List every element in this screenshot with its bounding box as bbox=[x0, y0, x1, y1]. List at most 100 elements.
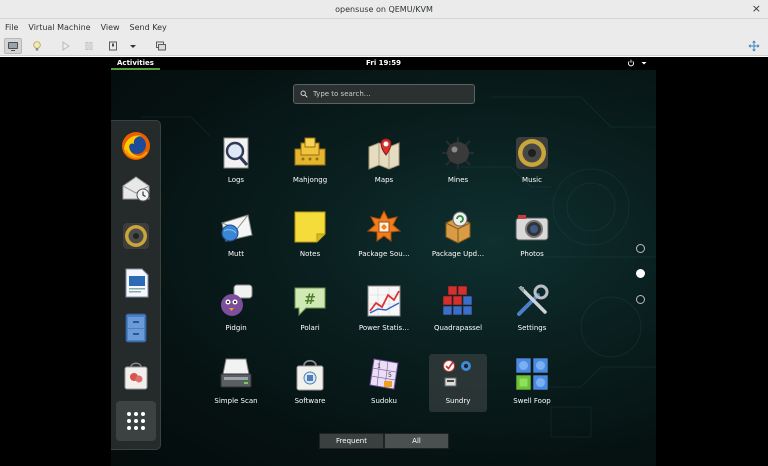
menu-file[interactable]: File bbox=[5, 23, 18, 32]
app-label: Photos bbox=[520, 250, 544, 258]
system-menu[interactable] bbox=[627, 59, 648, 67]
app-label: Sudoku bbox=[371, 397, 397, 405]
photos-camera-icon bbox=[515, 215, 549, 241]
power-statistics-icon bbox=[367, 285, 401, 317]
search-box[interactable] bbox=[293, 84, 475, 104]
run-button[interactable] bbox=[56, 38, 74, 54]
app-label: Quadrapassel bbox=[433, 324, 483, 332]
sudoku-icon: 15 bbox=[369, 358, 399, 390]
scanner-icon bbox=[220, 358, 252, 388]
app-sundry[interactable]: Sundry bbox=[429, 354, 487, 412]
app-label: Simple Scan bbox=[214, 397, 258, 405]
snapshots-icon bbox=[156, 41, 166, 51]
shutdown-icon bbox=[109, 41, 117, 51]
app-label: Maps bbox=[374, 176, 394, 184]
mines-icon bbox=[442, 137, 474, 169]
app-label: Music bbox=[522, 176, 542, 184]
dash-item-software[interactable] bbox=[119, 358, 153, 392]
search-input[interactable] bbox=[313, 90, 463, 98]
dash bbox=[111, 120, 161, 450]
app-label: Mutt bbox=[228, 250, 244, 258]
app-label: Power Statis… bbox=[358, 324, 410, 332]
dash-item-file-cabinet[interactable] bbox=[119, 311, 153, 345]
chevron-down-icon bbox=[130, 45, 136, 48]
app-package-updater[interactable]: Package Upd… bbox=[429, 207, 487, 265]
power-icon bbox=[627, 59, 635, 67]
svg-text:1: 1 bbox=[377, 363, 381, 370]
app-power-statistics[interactable]: Power Statis… bbox=[355, 281, 413, 339]
search-icon bbox=[300, 90, 308, 98]
show-applications-button[interactable] bbox=[116, 401, 156, 441]
app-photos[interactable]: Photos bbox=[503, 207, 561, 265]
app-label: Mahjongg bbox=[292, 176, 328, 184]
close-icon[interactable]: × bbox=[752, 3, 761, 15]
app-mines[interactable]: Mines bbox=[429, 133, 487, 191]
app-label: Pidgin bbox=[225, 324, 247, 332]
gnome-desktop: Activities Fri 19:59 Type to search… Log… bbox=[111, 57, 656, 466]
app-sudoku[interactable]: 15 Sudoku bbox=[355, 354, 413, 412]
rhythmbox-speaker-icon bbox=[123, 223, 149, 249]
console-view-button[interactable] bbox=[4, 38, 22, 54]
app-notes[interactable]: Notes bbox=[281, 207, 339, 265]
quadrapassel-icon bbox=[442, 285, 473, 316]
tab-frequent[interactable]: Frequent bbox=[319, 433, 384, 449]
pause-button[interactable] bbox=[80, 38, 98, 54]
app-mutt[interactable]: Mutt bbox=[207, 207, 265, 265]
clock[interactable]: Fri 19:59 bbox=[366, 59, 401, 67]
console-view-icon bbox=[8, 42, 18, 51]
app-label: Logs bbox=[227, 176, 245, 184]
app-label: Polari bbox=[300, 324, 320, 332]
app-simple-scan[interactable]: Simple Scan bbox=[207, 354, 265, 412]
details-lightbulb-icon bbox=[33, 41, 41, 51]
dash-item-evolution[interactable] bbox=[119, 171, 153, 205]
app-mahjongg[interactable]: Mahjongg bbox=[281, 133, 339, 191]
app-swell-foop[interactable]: Swell Foop bbox=[503, 354, 561, 412]
tab-all[interactable]: All bbox=[384, 433, 449, 449]
page-indicator-1[interactable] bbox=[636, 244, 645, 253]
guest-display[interactable]: Activities Fri 19:59 Type to search… Log… bbox=[0, 57, 768, 466]
app-label: Swell Foop bbox=[513, 397, 551, 405]
menu-virtual-machine[interactable]: Virtual Machine bbox=[28, 23, 90, 32]
shutdown-menu-button[interactable] bbox=[124, 38, 142, 54]
snapshots-button[interactable] bbox=[152, 38, 170, 54]
app-package-sources[interactable]: Package Sou… bbox=[355, 207, 413, 265]
fullscreen-icon bbox=[748, 40, 760, 52]
details-button[interactable] bbox=[28, 38, 46, 54]
app-label: Sundry bbox=[445, 397, 471, 405]
app-pidgin[interactable]: Pidgin bbox=[207, 281, 265, 339]
notes-icon bbox=[294, 211, 326, 243]
maps-icon bbox=[368, 138, 400, 170]
app-software[interactable]: Software bbox=[281, 354, 339, 412]
page-indicator-2[interactable] bbox=[636, 269, 645, 278]
evolution-mail-icon bbox=[122, 176, 150, 202]
page-indicator-3[interactable] bbox=[636, 295, 645, 304]
menubar: File Virtual Machine View Send Key bbox=[0, 19, 768, 36]
mahjongg-icon bbox=[294, 137, 326, 166]
svg-text:#: # bbox=[304, 292, 316, 308]
app-polari[interactable]: # Polari bbox=[281, 281, 339, 339]
toolbar bbox=[0, 36, 768, 56]
app-logs[interactable]: Logs bbox=[207, 133, 265, 191]
app-maps[interactable]: Maps bbox=[355, 133, 413, 191]
dash-item-rhythmbox[interactable] bbox=[119, 219, 153, 253]
shutdown-button[interactable] bbox=[104, 38, 122, 54]
mutt-icon bbox=[221, 214, 253, 242]
app-label: Notes bbox=[299, 250, 321, 258]
window-title: opensuse on QEMU/KVM bbox=[335, 4, 433, 14]
activities-button[interactable]: Activities bbox=[111, 57, 160, 70]
dash-item-writer[interactable] bbox=[119, 266, 153, 300]
app-quadrapassel[interactable]: Quadrapassel bbox=[429, 281, 487, 339]
dash-item-firefox[interactable] bbox=[119, 129, 153, 163]
menu-send-key[interactable]: Send Key bbox=[130, 23, 167, 32]
swell-foop-icon bbox=[515, 357, 549, 391]
app-label: Software bbox=[294, 397, 326, 405]
file-cabinet-icon bbox=[125, 313, 147, 343]
package-sources-icon bbox=[366, 209, 402, 242]
svg-text:5: 5 bbox=[388, 372, 392, 379]
menu-view[interactable]: View bbox=[101, 23, 120, 32]
app-settings[interactable]: Settings bbox=[503, 281, 561, 339]
fullscreen-button[interactable] bbox=[745, 38, 763, 54]
window-titlebar: opensuse on QEMU/KVM × bbox=[0, 0, 768, 19]
chevron-down-icon bbox=[641, 62, 647, 65]
app-music[interactable]: Music bbox=[503, 133, 561, 191]
